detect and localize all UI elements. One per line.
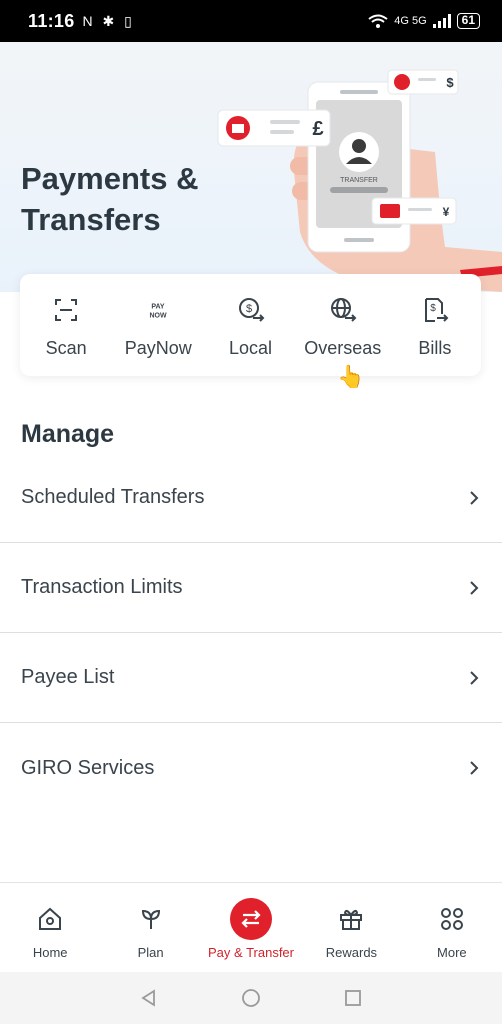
yen-symbol: ¥ bbox=[443, 205, 450, 219]
manage-title: Manage bbox=[21, 420, 115, 448]
menu-item-label: Payee List bbox=[21, 666, 115, 688]
quick-action-overseas[interactable]: Overseas bbox=[297, 274, 389, 376]
menu-item-label: Scheduled Transfers bbox=[21, 486, 205, 508]
menu-item-label: GIRO Services bbox=[21, 756, 155, 779]
menu-item-transaction-limits[interactable]: Transaction Limits bbox=[0, 543, 502, 633]
hero-banner: Payments & Transfers TRANSFER £ $ ¥ bbox=[0, 42, 502, 292]
svg-text:PAY: PAY bbox=[152, 304, 166, 311]
status-left-icons: N ✱ ▯ bbox=[82, 12, 135, 29]
pay-transfer-active-badge bbox=[230, 898, 273, 940]
bill-icon: $ bbox=[424, 298, 449, 322]
battery-indicator: 61 bbox=[456, 13, 480, 29]
quick-action-local[interactable]: $ Local bbox=[204, 274, 296, 376]
quick-action-bills[interactable]: $ Bills bbox=[389, 274, 481, 376]
chevron-right-icon bbox=[470, 670, 479, 685]
quick-action-label: Overseas bbox=[304, 338, 382, 358]
menu-item-label: Transaction Limits bbox=[21, 576, 183, 598]
nav-label: Rewards bbox=[325, 945, 378, 960]
local-transfer-icon: $ bbox=[238, 298, 264, 322]
status-right: 4G 5G 61 bbox=[368, 13, 480, 29]
nav-pay-transfer[interactable]: Pay & Transfer bbox=[201, 883, 301, 972]
plant-icon bbox=[141, 909, 160, 929]
pound-symbol: £ bbox=[312, 118, 323, 140]
quick-action-label: Bills bbox=[418, 338, 452, 358]
status-time: 11:16 bbox=[28, 10, 75, 31]
nav-label: Plan bbox=[137, 945, 164, 960]
status-bar: 11:16 N ✱ ▯ 4G 5G 61 bbox=[0, 0, 502, 42]
menu-item-payee-list[interactable]: Payee List bbox=[0, 633, 502, 723]
chevron-right-icon bbox=[470, 490, 479, 505]
nav-label: Pay & Transfer bbox=[208, 945, 294, 960]
nav-label: Home bbox=[32, 945, 68, 960]
transfer-arrows-icon bbox=[241, 910, 261, 928]
network-label: 4G 5G bbox=[394, 15, 427, 27]
nav-rewards[interactable]: Rewards bbox=[301, 883, 401, 972]
quick-actions-card: Scan PAY NOW PayNow $ Local Overseas $ B… bbox=[20, 274, 481, 376]
nav-home[interactable]: Home bbox=[0, 883, 100, 972]
dollar-symbol: $ bbox=[446, 75, 454, 90]
nav-more[interactable]: More bbox=[402, 883, 502, 972]
recents-icon[interactable] bbox=[343, 988, 363, 1008]
page-title: Payments & Transfers bbox=[21, 161, 199, 237]
signal-icon bbox=[432, 14, 451, 28]
chevron-right-icon bbox=[470, 580, 479, 595]
nav-label: More bbox=[437, 945, 467, 960]
quick-action-scan[interactable]: Scan bbox=[20, 274, 112, 376]
menu-item-giro-services[interactable]: GIRO Services bbox=[0, 723, 502, 813]
svg-text:NOW: NOW bbox=[150, 313, 168, 320]
menu-item-scheduled-transfers[interactable]: Scheduled Transfers bbox=[0, 453, 502, 543]
bottom-navigation: Home Plan Pay & Transfer Rewards More bbox=[0, 882, 502, 972]
quick-action-label: PayNow bbox=[124, 338, 192, 358]
system-navigation-bar bbox=[0, 972, 502, 1024]
globe-transfer-icon bbox=[330, 298, 357, 322]
scan-icon bbox=[55, 299, 78, 321]
svg-text:$: $ bbox=[430, 303, 436, 314]
nav-plan[interactable]: Plan bbox=[100, 883, 200, 972]
phone-transfer-label: TRANSFER bbox=[340, 177, 378, 184]
grid-icon bbox=[440, 908, 463, 930]
quick-action-label: Local bbox=[228, 338, 273, 358]
phone-hand-illustration: TRANSFER £ $ ¥ bbox=[217, 69, 502, 292]
pointing-hand-icon: 👆 bbox=[337, 364, 365, 389]
home-circle-icon[interactable] bbox=[241, 988, 261, 1008]
quick-action-paynow[interactable]: PAY NOW PayNow bbox=[112, 274, 204, 376]
wifi-icon bbox=[368, 14, 388, 28]
chevron-right-icon bbox=[470, 761, 479, 775]
paynow-icon: PAY NOW bbox=[150, 304, 168, 320]
quick-action-label: Scan bbox=[45, 338, 87, 358]
back-icon[interactable] bbox=[139, 988, 159, 1008]
gift-icon bbox=[340, 909, 363, 930]
home-icon bbox=[39, 907, 62, 930]
svg-text:$: $ bbox=[245, 303, 251, 315]
